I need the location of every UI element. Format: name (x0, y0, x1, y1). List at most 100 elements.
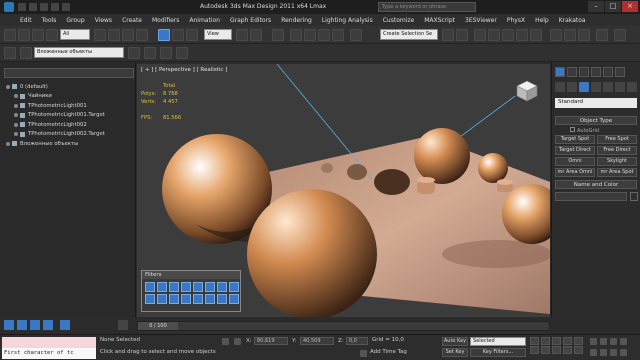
menu-animation[interactable]: Animation (189, 17, 220, 24)
maximize-button[interactable]: □ (605, 1, 621, 12)
omni-button[interactable]: Omni (555, 157, 595, 166)
sphere-object[interactable] (247, 189, 377, 317)
layer-visibility-icon[interactable] (20, 47, 32, 59)
menu-physx[interactable]: PhysX (507, 17, 525, 24)
filter-groups-icon[interactable] (193, 294, 203, 304)
target-spot-button[interactable]: Target Spot (555, 135, 595, 144)
hierarchy-tab-icon[interactable] (579, 67, 589, 77)
menu-customize[interactable]: Customize (383, 17, 415, 24)
sphere-object[interactable] (478, 153, 508, 183)
systems-icon[interactable] (627, 82, 637, 92)
select-object-icon[interactable] (94, 29, 106, 41)
spacewarps-icon[interactable] (615, 82, 625, 92)
sphere-object[interactable] (414, 128, 470, 184)
filters-title[interactable]: Filters (142, 271, 240, 279)
open-file-icon[interactable] (29, 3, 37, 11)
orbit-icon[interactable] (574, 346, 583, 354)
visibility-icon[interactable] (14, 113, 18, 118)
schematic-view-icon[interactable] (516, 29, 528, 41)
minimize-button[interactable]: – (588, 1, 604, 12)
skylight-button[interactable]: Skylight (597, 157, 637, 166)
bind-space-warp-icon[interactable] (46, 29, 58, 41)
maxscript-input[interactable]: First character of tc (2, 348, 96, 359)
free-direct-button[interactable]: Free Direct (597, 146, 637, 155)
visibility-icon[interactable] (6, 141, 10, 146)
visibility-icon[interactable] (6, 84, 10, 89)
previous-frame-icon[interactable] (541, 337, 550, 345)
modify-tab-icon[interactable] (567, 67, 577, 77)
filter-frozen-icon[interactable] (205, 294, 215, 304)
visibility-icon[interactable] (14, 94, 18, 99)
walk-through-icon[interactable] (600, 349, 607, 356)
filter-grid-icon[interactable] (145, 294, 155, 304)
scene-search-input[interactable] (4, 68, 134, 78)
pan-view-icon[interactable] (610, 338, 617, 345)
tree-item-light002-target[interactable]: TPhotometricLight002.Target (4, 130, 134, 140)
filter-geometry-icon[interactable] (145, 282, 155, 292)
lights-icon[interactable] (579, 82, 589, 92)
visibility-icon[interactable] (14, 122, 18, 127)
key-mode-toggle-icon[interactable] (530, 346, 539, 354)
geometry-icon[interactable] (555, 82, 565, 92)
unlink-icon[interactable] (32, 29, 44, 41)
mr-area-omni-button[interactable]: mr Area Omni (555, 168, 595, 177)
undo-icon[interactable] (4, 29, 16, 41)
mr-area-spot-button[interactable]: mr Area Spot (597, 168, 637, 177)
menu-maxscript[interactable]: MAXScript (424, 17, 455, 24)
close-button[interactable]: × (622, 1, 638, 12)
zoom-extents-icon[interactable] (590, 338, 597, 345)
redo-icon[interactable] (62, 3, 70, 11)
render-teapot-icon[interactable] (614, 29, 626, 41)
graphite-ribbon-icon[interactable] (488, 29, 500, 41)
snaps-toggle-icon[interactable] (290, 29, 302, 41)
curve-editor-icon[interactable] (502, 29, 514, 41)
undo-icon[interactable] (51, 3, 59, 11)
render-iterative-icon[interactable] (596, 29, 608, 41)
filter-helpers-icon[interactable] (205, 282, 215, 292)
select-and-move-icon[interactable] (158, 29, 170, 41)
menu-create[interactable]: Create (122, 17, 142, 24)
pivot-center-icon[interactable] (236, 29, 248, 41)
resize-grip-icon[interactable] (118, 320, 128, 330)
menu-edit[interactable]: Edit (20, 17, 32, 24)
menu-help[interactable]: Help (535, 17, 549, 24)
object-name-input[interactable] (555, 192, 627, 201)
go-to-start-icon[interactable] (530, 337, 539, 345)
light-category-select[interactable]: Standard (555, 98, 637, 108)
search-input[interactable]: Type a keyword or phrase (378, 2, 476, 12)
filter-all-icon[interactable] (229, 294, 239, 304)
viewcube-icon[interactable] (514, 78, 540, 104)
set-current-layer-icon[interactable] (176, 47, 188, 59)
create-new-layer-icon[interactable] (128, 47, 140, 59)
rendered-frame-window-icon[interactable] (564, 29, 576, 41)
tree-item-teapots[interactable]: Чайники (4, 92, 134, 102)
motion-tab-icon[interactable] (591, 67, 601, 77)
filter-particles-icon[interactable] (181, 294, 191, 304)
material-editor-icon[interactable] (530, 29, 542, 41)
tree-item-light001[interactable]: TPhotometricLight001 (4, 101, 134, 111)
teapot-object[interactable] (374, 169, 410, 195)
filter-icon[interactable] (60, 320, 70, 330)
align-icon[interactable] (456, 29, 468, 41)
visibility-icon[interactable] (14, 103, 18, 108)
display-all-icon[interactable] (17, 320, 27, 330)
menu-graph-editors[interactable]: Graph Editors (230, 17, 271, 24)
layer-manager-icon[interactable] (474, 29, 486, 41)
time-configuration-icon[interactable] (552, 346, 561, 354)
selection-filter-select[interactable]: All (60, 29, 90, 40)
time-tag-icon[interactable] (360, 350, 367, 357)
viewport-toggle-icon[interactable] (620, 349, 627, 356)
menu-3esviewer[interactable]: 3ESViewer (465, 17, 497, 24)
next-frame-icon[interactable] (563, 337, 572, 345)
filter-shapes-icon[interactable] (157, 282, 167, 292)
target-direct-button[interactable]: Target Direct (555, 146, 595, 155)
filter-xref-icon[interactable] (169, 294, 179, 304)
autogrid-checkbox[interactable]: AutoGrid (570, 127, 599, 134)
helpers-icon[interactable] (603, 82, 613, 92)
x-coordinate-field[interactable]: 80,619 (254, 337, 288, 345)
name-and-color-rollout[interactable]: Name and Color (555, 180, 637, 189)
tree-item-nested-objects[interactable]: Вложенные объекты (4, 139, 134, 149)
menu-group[interactable]: Group (66, 17, 84, 24)
render-production-icon[interactable] (578, 29, 590, 41)
menu-rendering[interactable]: Rendering (281, 17, 312, 24)
